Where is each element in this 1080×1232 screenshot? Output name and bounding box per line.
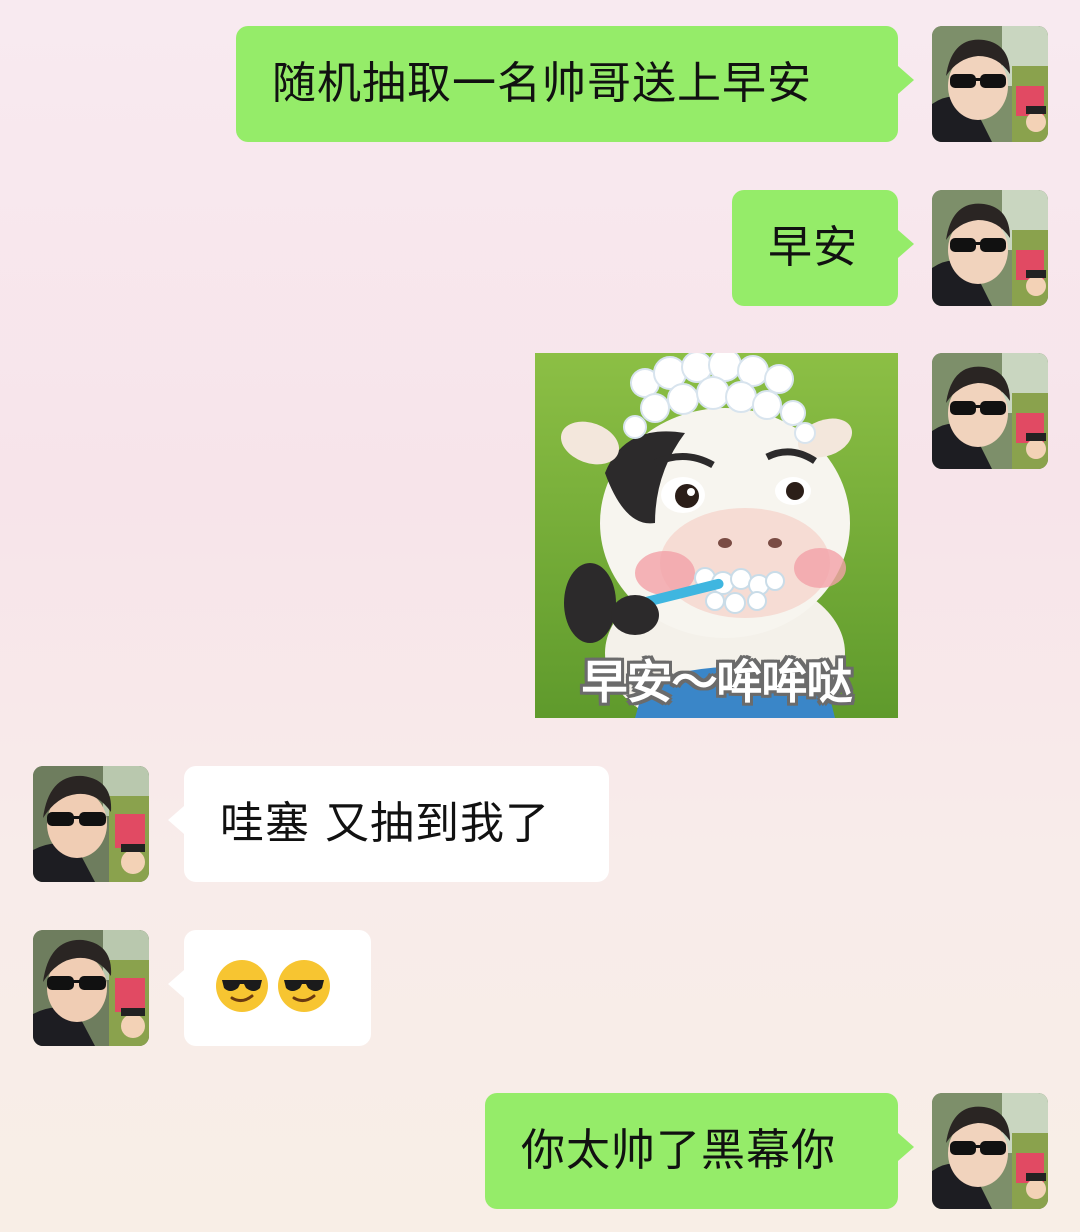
message-text: 你太帅了黑幕你 xyxy=(521,1125,836,1176)
message-text: 哇塞 又抽到我了 xyxy=(220,798,550,849)
message-bubble-received[interactable] xyxy=(184,930,371,1046)
message-bubble-sent[interactable]: 早安 xyxy=(732,190,898,306)
avatar-icon xyxy=(932,1093,1048,1209)
message-row: 哇塞 又抽到我了 xyxy=(0,766,1080,882)
message-text: 随机抽取一名帅哥送上早安 xyxy=(272,58,812,109)
chat-conversation: 随机抽取一名帅哥送上早安 早安 早安～哞哞哒 哇塞 又抽到我了 你太帅了黑幕你 xyxy=(0,0,1080,1232)
smiling-face-with-sunglasses-icon xyxy=(216,960,268,1012)
bubble-tail xyxy=(168,970,184,998)
avatar-icon xyxy=(932,26,1048,142)
message-row: 早安 xyxy=(0,190,1080,306)
cow-brushing-teeth-sticker[interactable]: 早安～哞哞哒 xyxy=(535,353,898,718)
avatar[interactable] xyxy=(33,930,149,1046)
avatar-icon xyxy=(33,930,149,1046)
message-row: 随机抽取一名帅哥送上早安 xyxy=(0,26,1080,142)
avatar-icon xyxy=(932,190,1048,306)
message-bubble-received[interactable]: 哇塞 又抽到我了 xyxy=(184,766,609,882)
message-bubble-sent[interactable]: 你太帅了黑幕你 xyxy=(485,1093,898,1209)
smiling-face-with-sunglasses-icon xyxy=(278,960,330,1012)
avatar[interactable] xyxy=(932,353,1048,469)
bubble-tail xyxy=(898,230,914,258)
avatar-icon xyxy=(33,766,149,882)
avatar[interactable] xyxy=(932,190,1048,306)
avatar[interactable] xyxy=(932,26,1048,142)
bubble-tail xyxy=(898,1133,914,1161)
message-bubble-sent[interactable]: 随机抽取一名帅哥送上早安 xyxy=(236,26,898,142)
message-row xyxy=(0,930,1080,1046)
message-row: 你太帅了黑幕你 xyxy=(0,1093,1080,1209)
sticker-caption: 早安～哞哞哒 xyxy=(581,655,853,709)
avatar[interactable] xyxy=(932,1093,1048,1209)
avatar-icon xyxy=(932,353,1048,469)
message-row: 早安～哞哞哒 xyxy=(0,353,1080,718)
avatar[interactable] xyxy=(33,766,149,882)
message-text: 早安 xyxy=(768,222,858,273)
bubble-tail xyxy=(168,806,184,834)
bubble-tail xyxy=(898,66,914,94)
